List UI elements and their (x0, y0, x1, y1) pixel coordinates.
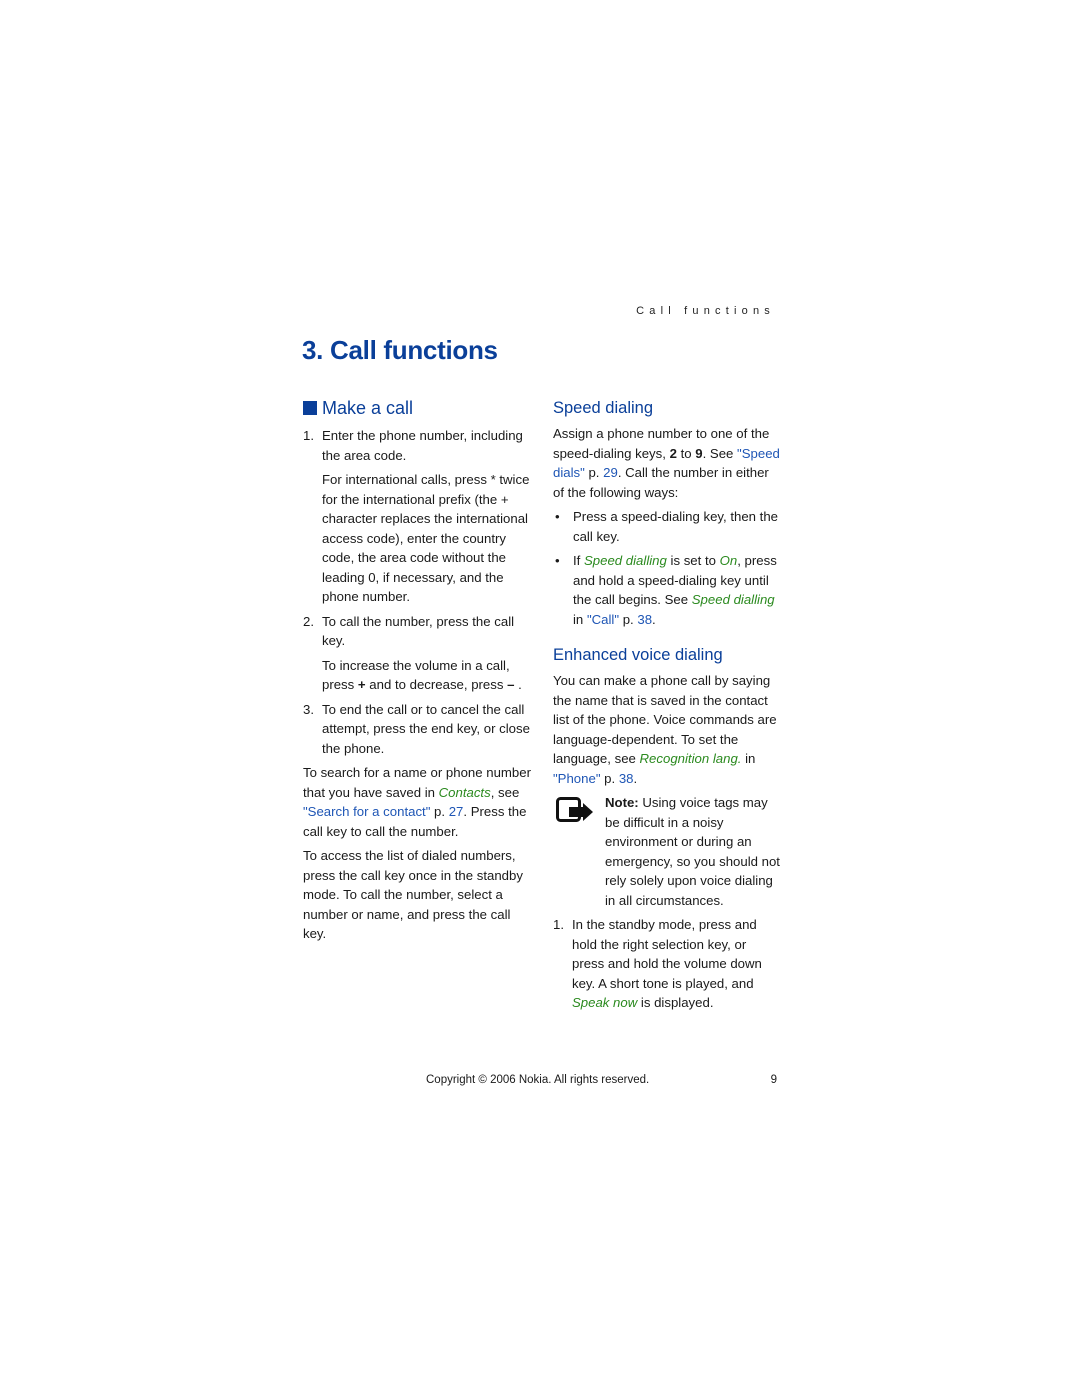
subsection-title-speed-dialing: Speed dialing (553, 399, 653, 417)
step-number: 1. (553, 917, 564, 932)
search-for-contact-link[interactable]: "Search for a contact" (303, 804, 430, 819)
speed-dialling-setting-ref: Speed dialling (584, 553, 667, 568)
text-run: . (652, 611, 656, 627)
note-text: Using voice tags may be difficult in a n… (605, 795, 780, 908)
make-call-steps: 1. Enter the phone number, including the… (303, 426, 531, 758)
list-item: 3. To end the call or to cancel the call… (303, 700, 531, 759)
step-text: Enter the phone number, including the ar… (322, 428, 523, 463)
text-run: p. (600, 770, 619, 786)
text-run: . (514, 677, 522, 692)
chapter-title: 3. Call functions (302, 335, 498, 365)
step-note: To increase the volume in a call, press … (322, 656, 531, 695)
left-column: Make a call 1. Enter the phone number, i… (303, 396, 531, 949)
list-item: 1. Enter the phone number, including the… (303, 426, 531, 607)
list-item: 1. In the standby mode, press and hold t… (553, 915, 781, 1013)
text-run: . (633, 770, 638, 786)
text-run: in (741, 751, 756, 766)
step-number: 1. (303, 428, 314, 443)
speak-now-display-ref: Speak now (572, 995, 638, 1010)
plus-key: + (357, 677, 366, 692)
text-run: p. (430, 804, 449, 819)
text-run: in (573, 611, 587, 627)
text-run: to (676, 445, 696, 461)
phone-settings-link[interactable]: "Phone" (553, 771, 601, 786)
text-run: p. (619, 611, 638, 627)
section-title-text: Make a call (322, 398, 414, 418)
note-box: Note: Using voice tags may be difficult … (553, 793, 781, 910)
text-run: If (573, 553, 584, 568)
page-number: 9 (770, 1074, 777, 1086)
voice-dialing-intro: You can make a phone call by saying the … (553, 671, 781, 788)
bullet-icon: • (555, 553, 560, 568)
square-bullet-icon (303, 401, 317, 415)
text-run: p. (584, 465, 604, 480)
speed-dialing-intro: Assign a phone number to one of the spee… (553, 424, 781, 502)
step-number: 2. (303, 613, 314, 629)
contacts-menu-ref: Contacts (438, 784, 491, 800)
key-9: 9 (695, 445, 703, 461)
text-run: and to decrease, press (365, 677, 508, 692)
step-number: 3. (303, 701, 314, 717)
note-label: Note: (605, 795, 639, 810)
voice-dialing-steps: 1. In the standby mode, press and hold t… (553, 915, 781, 1013)
copyright-notice: Copyright © 2006 Nokia. All rights reser… (426, 1074, 650, 1086)
dialed-numbers-paragraph: To access the list of dialed numbers, pr… (303, 848, 523, 941)
step-text: To call the number, press the call key. (322, 613, 515, 649)
manual-page: Call functions 3. Call functions Make a … (0, 0, 1080, 1397)
speed-dialling-setting-ref: Speed dialling (691, 592, 775, 607)
key-2: 2 (669, 445, 677, 461)
list-item: 2. To call the number, press the call ke… (303, 612, 531, 695)
search-paragraph: To search for a name or phone number tha… (303, 763, 531, 841)
text-run: , see (490, 784, 520, 800)
page-27-link[interactable]: 27 (449, 804, 464, 819)
bullet-text: Press a speed-dialing key, then the call… (573, 509, 779, 544)
list-item: • If Speed dialling is set to On, press … (553, 551, 781, 629)
subsection-title-enhanced-voice-dialing: Enhanced voice dialing (553, 646, 723, 664)
list-item: • Press a speed-dialing key, then the ca… (553, 507, 781, 546)
text-run: is displayed. (637, 995, 714, 1010)
recognition-lang-setting-ref: Recognition lang. (639, 751, 742, 766)
on-option-ref: On (719, 553, 738, 568)
running-header: Call functions (636, 305, 775, 317)
text-run: . See (702, 445, 738, 461)
text-run: is set to (666, 553, 720, 568)
bullet-icon: • (555, 509, 560, 524)
note-icon (556, 797, 593, 822)
step-note: For international calls, press * twice f… (322, 472, 530, 604)
page-38-link[interactable]: 38 (619, 771, 634, 786)
step-text: To end the call or to cancel the call at… (322, 701, 530, 756)
section-title-make-a-call: Make a call (303, 396, 531, 420)
right-column: Speed dialing Assign a phone number to o… (553, 396, 781, 1018)
call-settings-link[interactable]: "Call" (587, 612, 619, 627)
text-run: In the standby mode, press and hold the … (572, 917, 762, 991)
page-29-link[interactable]: 29 (603, 465, 618, 480)
page-38-link[interactable]: 38 (637, 612, 652, 627)
speed-dialing-methods: • Press a speed-dialing key, then the ca… (553, 507, 781, 629)
